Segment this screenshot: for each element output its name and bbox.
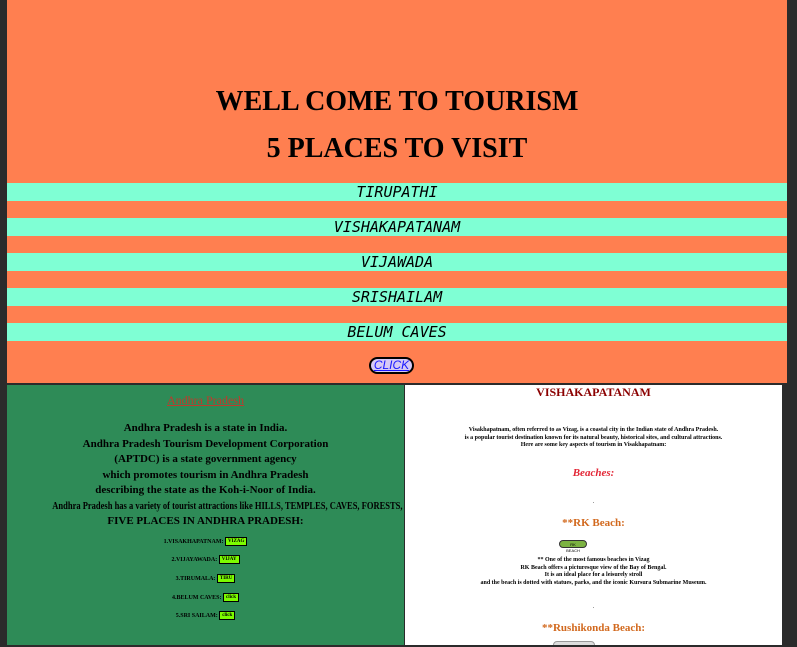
andhra-pradesh-description: Andhra Pradesh is a state in India. Andh… [7, 421, 404, 530]
list-item: 2.VIJAYAWADA: VIJAY [7, 555, 404, 564]
list-item: 4.BELUM CAVES: click [7, 593, 404, 602]
description-line: ** One of the most famous beaches in Viz… [537, 557, 650, 563]
description-line: Andhra Pradesh Tourism Development Corpo… [82, 437, 329, 450]
rk-beach-button[interactable]: RK BEACH [559, 540, 587, 553]
place-link-vishakapatanam[interactable]: VISHAKAPATANAM [7, 218, 787, 236]
description-line: FIVE PLACES IN ANDHRA PRADESH: [107, 515, 304, 527]
page-title: WELL COME TO TOURISM [215, 86, 579, 117]
beaches-heading: Beaches: [572, 467, 615, 479]
rk-beach-heading: **RK Beach: [562, 517, 625, 529]
intro-line: Visakhapatnam, often referred to as Viza… [468, 427, 719, 433]
andhra-pradesh-heading-link[interactable]: Andhra Pradesh [7, 393, 404, 408]
left-frame: Andhra Pradesh Andhra Pradesh is a state… [7, 385, 404, 645]
right-frame: VISHAKAPATANAM Visakhapatnam, often refe… [405, 385, 782, 645]
rushikonda-beach-heading: **Rushikonda Beach: [541, 622, 645, 634]
city-intro: Visakhapatnam, often referred to as Viza… [405, 427, 782, 450]
description-line: and the beach is dotted with statues, pa… [480, 579, 707, 586]
intro-line: Here are some key aspects of tourism in … [520, 442, 667, 448]
description-line: describing the state as the Koh-i-Noor o… [95, 484, 316, 496]
place-link-belum-caves[interactable]: BELUM CAVES [7, 323, 787, 341]
description-line: RK Beach offers a picturesque view of th… [520, 564, 667, 571]
list-item-label: 1.VISAKHAPATNAM: [163, 538, 224, 545]
place-link-tirupathi[interactable]: TIRUPATHI [7, 183, 787, 201]
description-line: (APTDC) is a state government agency [114, 453, 297, 465]
place-link-vijawada[interactable]: VIJAWADA [7, 253, 787, 271]
click-button[interactable]: CLICK [369, 357, 414, 374]
list-item: 5.SRI SAILAM: click [7, 611, 404, 620]
list-item-label: 3.TIRUMALA: [175, 575, 216, 582]
vijay-button[interactable]: VIJAY [218, 555, 240, 564]
vizag-button[interactable]: VIZAG [225, 537, 248, 546]
list-item-label: 5.SRI SAILAM: [175, 612, 218, 619]
place-link-srishailam[interactable]: SRISHAILAM [7, 288, 787, 306]
rushikonda-beach-button[interactable] [553, 641, 595, 645]
description-line: which promotes tourism in Andhra Pradesh [102, 468, 309, 481]
description-line: It is an ideal place for a leisurely str… [544, 572, 643, 578]
list-item-label: 4.BELUM CAVES: [171, 594, 222, 601]
separator-dot: . [592, 602, 595, 610]
intro-line: is a popular tourist destination known f… [464, 434, 723, 441]
belum-caves-button[interactable]: click [223, 593, 240, 602]
description-line: Andhra Pradesh has a variety of tourist … [52, 499, 404, 512]
sri-sailam-button[interactable]: click [219, 611, 236, 620]
separator-dot: . [592, 497, 595, 505]
city-title: VISHAKAPATANAM [536, 385, 651, 399]
page-subtitle: 5 PLACES TO VISIT [266, 133, 528, 164]
top-frame: WELL COME TO TOURISM 5 PLACES TO VISIT T… [7, 0, 787, 383]
rk-beach-description: ** One of the most famous beaches in Viz… [405, 557, 782, 587]
list-item: 3.TIRUMALA: TIRU [7, 574, 404, 583]
description-line: Andhra Pradesh is a state in India. [123, 422, 288, 434]
list-item-label: 2.VIJAYAWADA: [171, 556, 218, 563]
list-item: 1.VISAKHAPATNAM: VIZAG [7, 537, 404, 546]
tiru-button[interactable]: TIRU [216, 574, 236, 583]
